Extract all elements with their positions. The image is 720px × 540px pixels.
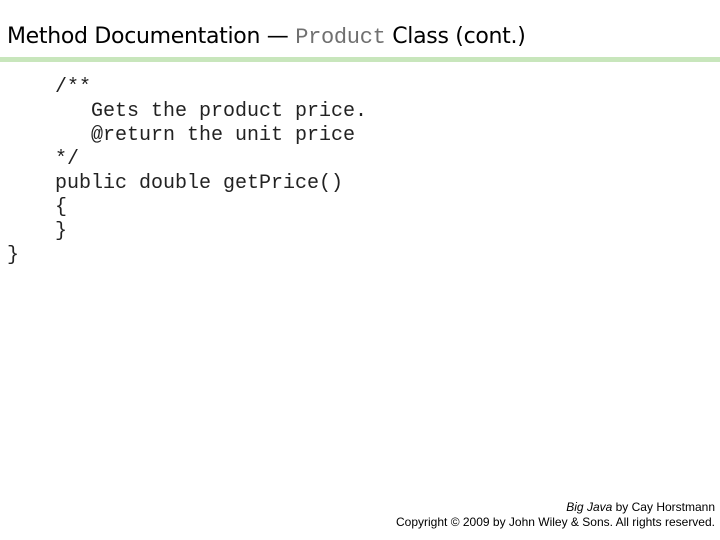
code-line: public double getPrice() [7,172,344,195]
title-suffix: Class (cont.) [385,24,526,49]
code-line: Gets the product price. [7,100,368,123]
code-line: { [7,196,68,219]
slide-title: Method Documentation — Product Class (co… [7,24,526,50]
code-line: /** [7,76,92,99]
code-line: } [7,244,20,267]
title-divider [0,57,720,62]
title-prefix: Method Documentation — [7,24,296,49]
book-title: Big Java [566,500,613,514]
code-line: */ [7,148,80,171]
code-line: @return the unit price [7,124,356,147]
footer-book-line: Big Java by Cay Horstmann [396,500,715,515]
code-line: } [7,220,68,243]
code-listing: /** Gets the product price. @return the … [7,76,367,268]
book-author: by Cay Horstmann [612,500,715,514]
footer-credits: Big Java by Cay Horstmann Copyright © 20… [396,500,715,530]
footer-copyright: Copyright © 2009 by John Wiley & Sons. A… [396,515,715,529]
title-class-name: Product [295,25,386,50]
